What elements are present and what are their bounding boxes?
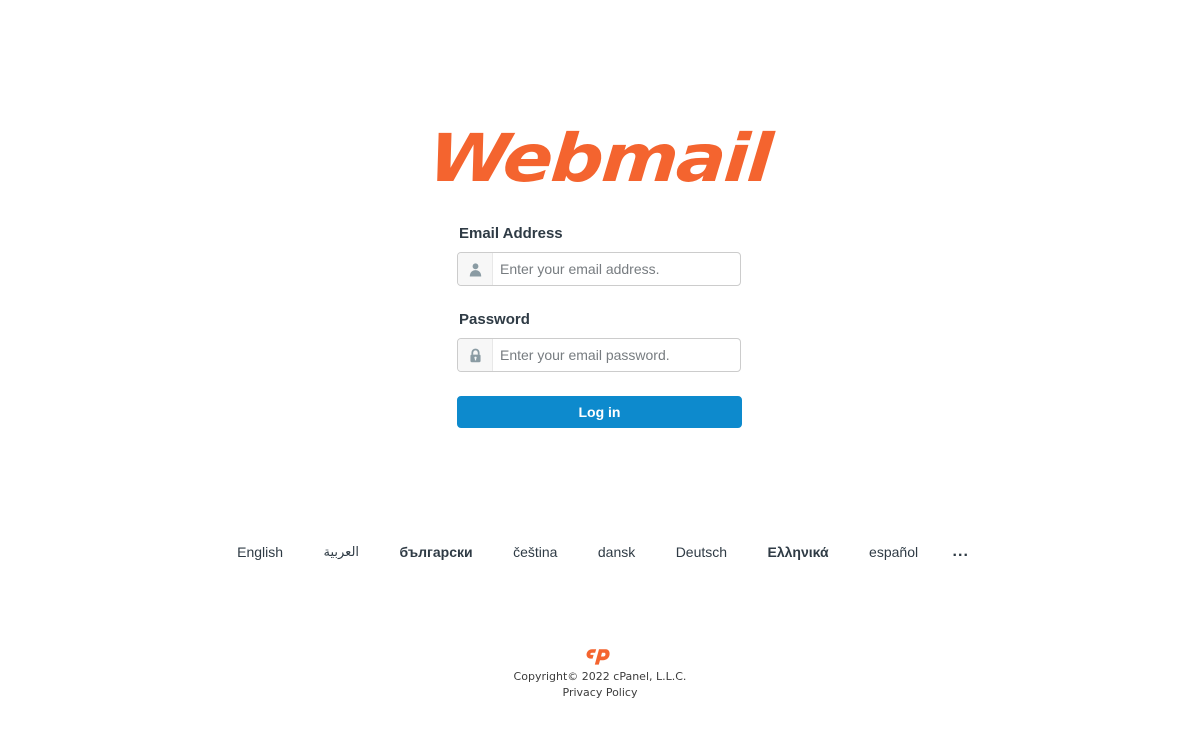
privacy-policy-link[interactable]: Privacy Policy xyxy=(563,687,638,699)
language-more-button[interactable]: ... xyxy=(941,540,981,564)
language-link-bulgarian[interactable]: български xyxy=(381,540,490,564)
language-link-czech[interactable]: čeština xyxy=(495,540,575,564)
language-link-danish[interactable]: dansk xyxy=(580,540,653,564)
login-page: Webmail Email Address Password xyxy=(0,0,1200,736)
login-button[interactable]: Log in xyxy=(457,396,742,428)
footer: Copyright© 2022 cPanel, L.L.C. Privacy P… xyxy=(0,645,1200,701)
email-label: Email Address xyxy=(459,225,563,242)
password-input[interactable] xyxy=(493,339,740,371)
language-link-greek[interactable]: Ελληνικά xyxy=(750,540,847,564)
cpanel-logo-icon xyxy=(586,649,610,665)
language-bar: English العربية български čeština dansk … xyxy=(0,540,1200,564)
user-icon xyxy=(458,253,493,285)
password-input-group[interactable] xyxy=(457,338,741,372)
login-form: Email Address Password xyxy=(457,224,743,428)
language-link-spanish[interactable]: español xyxy=(851,540,936,564)
copyright-text: Copyright© 2022 cPanel, L.L.C. xyxy=(513,670,687,683)
language-link-english[interactable]: English xyxy=(219,540,301,564)
webmail-logo-text: Webmail xyxy=(426,120,774,197)
language-link-german[interactable]: Deutsch xyxy=(658,540,745,564)
password-label: Password xyxy=(459,311,530,328)
email-input-group[interactable] xyxy=(457,252,741,286)
webmail-logo: Webmail xyxy=(0,114,1200,204)
lock-icon xyxy=(458,339,493,371)
language-link-arabic[interactable]: العربية xyxy=(305,540,377,564)
field-spacer xyxy=(457,286,743,310)
email-input[interactable] xyxy=(493,253,740,285)
